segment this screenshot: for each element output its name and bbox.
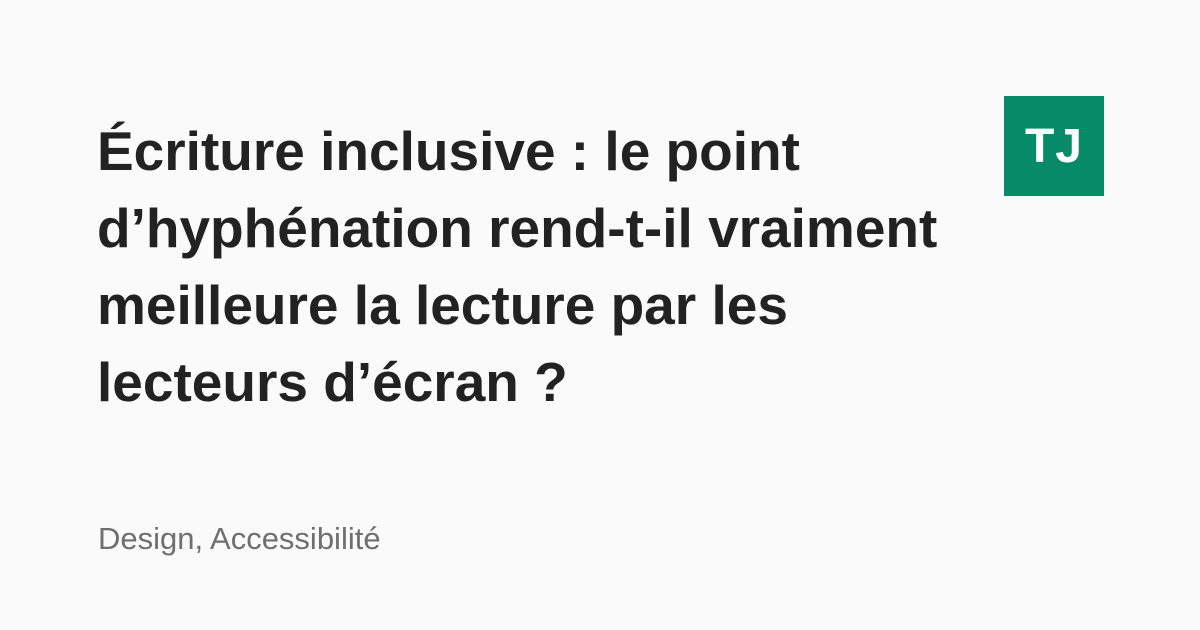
site-logo: TJ	[1004, 96, 1104, 196]
article-title: Écriture inclusive : le point d’hyphénat…	[97, 120, 938, 413]
logo-text: TJ	[1024, 119, 1083, 173]
article-tags: Design, Accessibilité	[98, 521, 381, 556]
